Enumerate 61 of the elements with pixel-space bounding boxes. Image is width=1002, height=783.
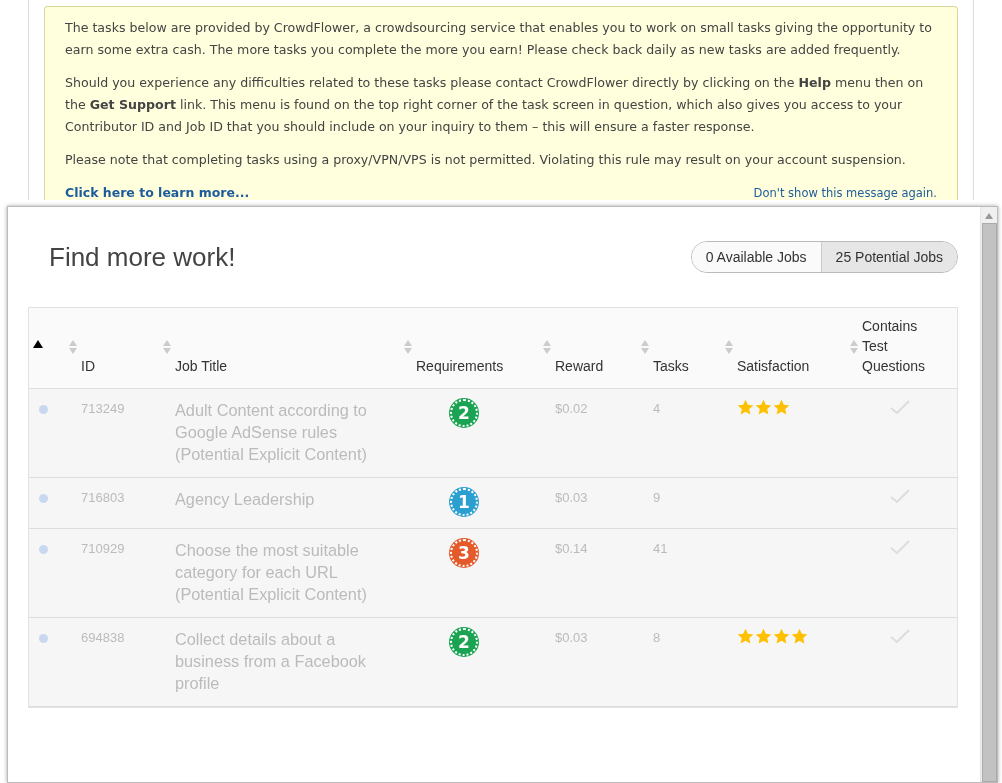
star-icon — [737, 628, 754, 645]
column-header[interactable]: ID — [81, 356, 95, 376]
star-icon — [737, 399, 754, 416]
learn-more-link[interactable]: Click here to learn more... — [65, 182, 250, 204]
star-icon — [755, 628, 772, 645]
task-count: 9 — [653, 489, 662, 507]
status-dot — [39, 545, 48, 554]
level-badge: 3 — [450, 539, 478, 567]
notice-text: The tasks below are provided by CrowdFlower, a crowdsourcing service that enables you to work on small tasks giving the opportunity to earn some extra cash. The more tasks you complete the more you earn! Please check back daily as new tasks are added frequently. — [65, 19, 933, 59]
task-count: 8 — [653, 629, 662, 647]
notice-text: Please note that completing tasks using a proxy/VPN/VPS is not permitted. Violating this rule may result on your account suspension. — [65, 151, 907, 169]
job-id: 694838 — [81, 629, 126, 647]
job-id: 716803 — [81, 489, 126, 507]
task-count: 4 — [653, 400, 662, 418]
check-icon — [890, 539, 910, 555]
notice-text: Should you experience any difficulties related to these tasks please contact CrowdFlower directly by clicking on the Help menu then on the Get Support link. This menu is found on the top right corner of the task screen in question, which also gives you access to your Contributor ID and Job ID that you should include on your inquiry to them – this will ensure a faster response. — [65, 74, 925, 136]
column-header[interactable]: Job Title — [175, 356, 228, 376]
jobs-toggle-button[interactable]: 0 Available Jobs — [691, 242, 821, 272]
sort-icon[interactable] — [69, 340, 77, 354]
level-badge: 2 — [450, 628, 478, 656]
sort-icon[interactable] — [850, 340, 858, 354]
job-reward: $0.02 — [555, 400, 589, 418]
star-icon — [755, 399, 772, 416]
star-icon — [773, 628, 790, 645]
check-icon — [890, 488, 910, 504]
check-icon — [890, 399, 910, 415]
level-badge: 1 — [450, 488, 478, 516]
job-title: Agency Leadership — [175, 489, 316, 510]
sort-icon[interactable] — [163, 340, 171, 354]
level-badge: 2 — [450, 399, 478, 427]
job-reward: $0.14 — [555, 540, 589, 558]
sort-ascending-icon[interactable] — [33, 340, 43, 348]
scroll-up-icon[interactable] — [985, 213, 993, 219]
task-count: 41 — [653, 540, 669, 558]
sort-icon[interactable] — [641, 340, 649, 354]
sort-icon[interactable] — [543, 340, 551, 354]
status-dot — [39, 634, 48, 643]
job-reward: $0.03 — [555, 629, 589, 647]
job-title: Choose the most suitable category for each URL (Potential Explicit Content) — [175, 540, 368, 605]
status-dot — [39, 405, 48, 414]
jobs-toggle-button[interactable]: 25 Potential Jobs — [820, 242, 957, 272]
job-id: 713249 — [81, 400, 126, 418]
sort-icon[interactable] — [725, 340, 733, 354]
sort-icon[interactable] — [404, 340, 412, 354]
dismiss-link[interactable]: Don't show this message again. — [753, 182, 937, 204]
panel-title: Find more work! — [49, 241, 236, 273]
column-header[interactable]: Tasks — [653, 356, 689, 376]
job-reward: $0.03 — [555, 489, 589, 507]
job-title: Collect details about a business from a Facebook profile — [175, 629, 367, 694]
column-header[interactable]: Requirements — [416, 356, 504, 376]
column-header[interactable]: Contains Test Questions — [862, 316, 942, 376]
star-icon — [773, 399, 790, 416]
scrollbar[interactable] — [980, 207, 997, 782]
status-dot — [39, 494, 48, 503]
job-id: 710929 — [81, 540, 126, 558]
column-header[interactable]: Satisfaction — [737, 356, 810, 376]
check-icon — [890, 628, 910, 644]
star-icon — [791, 628, 808, 645]
column-header[interactable]: Reward — [555, 356, 604, 376]
job-row[interactable]: 710929 Choose the most suitable category for each URL (Potential Explicit Content) 3 $0.14 41 — [29, 529, 957, 618]
job-title: Adult Content according to Google AdSense rules (Potential Explicit Content) — [175, 400, 368, 465]
